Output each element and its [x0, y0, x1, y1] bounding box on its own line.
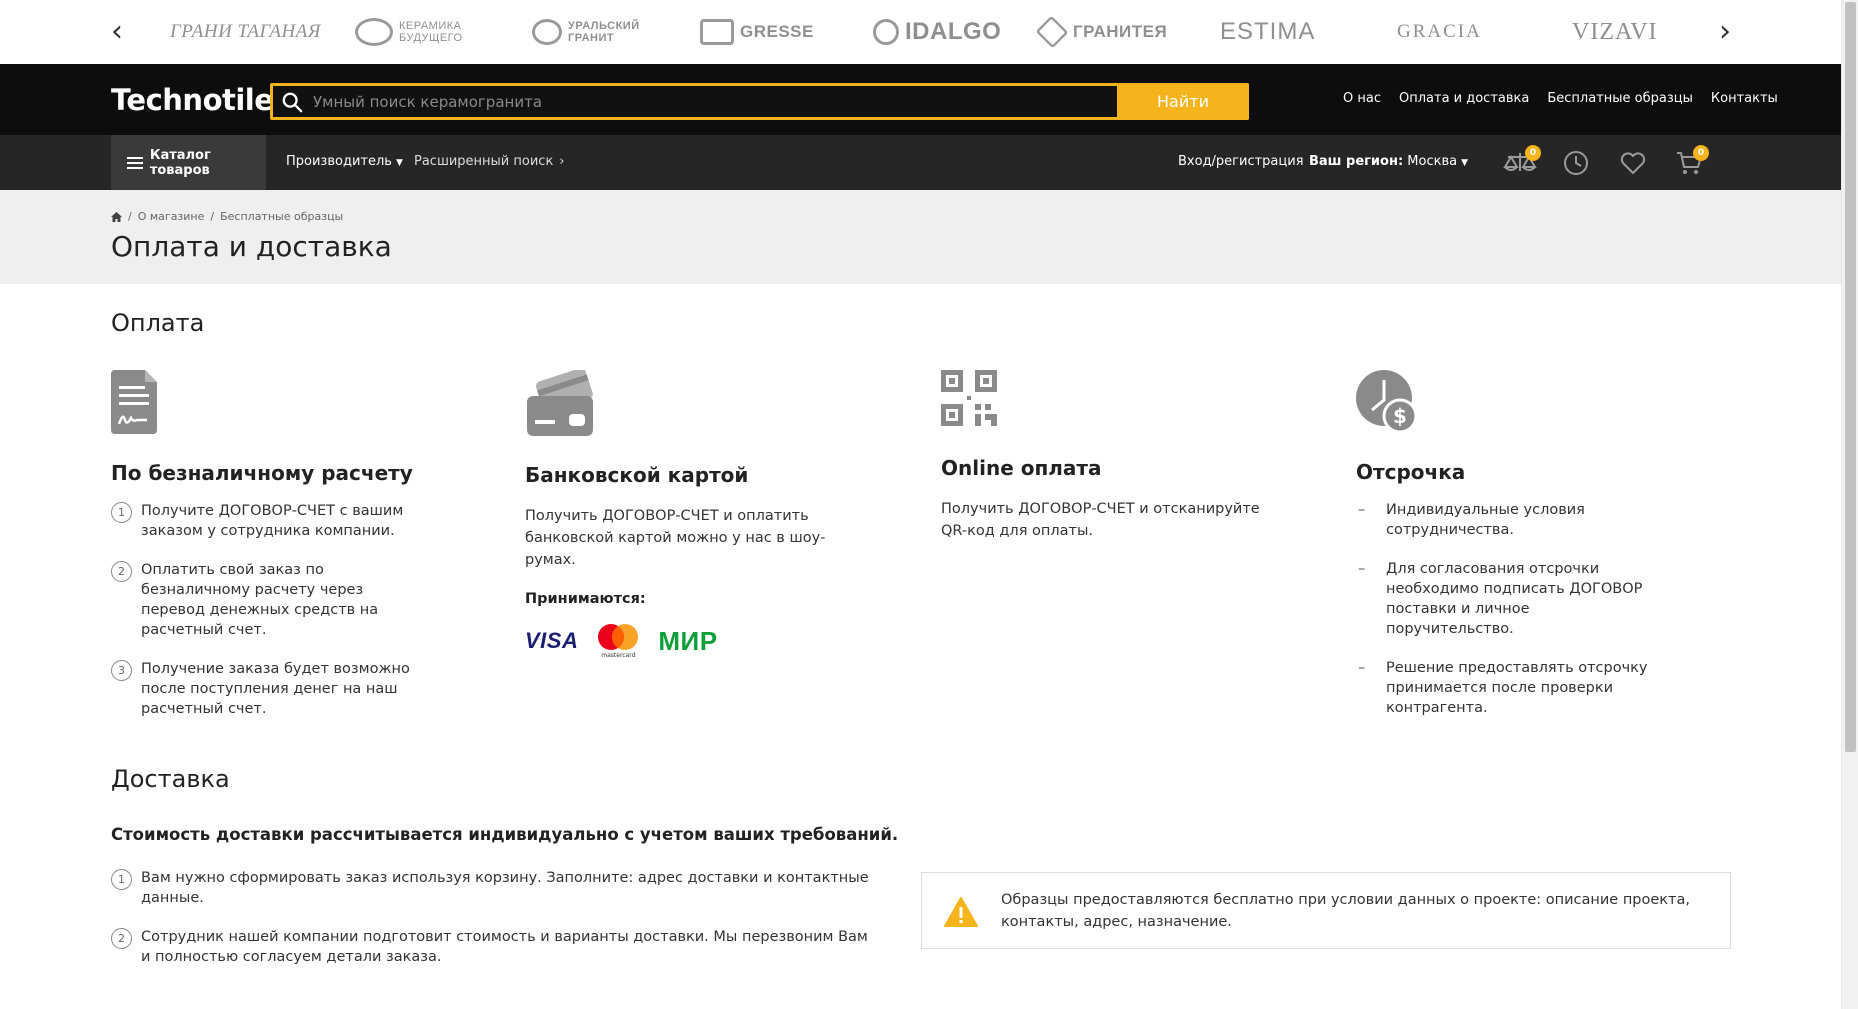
- list-item: 1 Вам нужно сформировать заказ используя …: [111, 868, 871, 908]
- brand-mark-icon: [532, 19, 562, 45]
- list-item: 2 Сотрудник нашей компании подготовит сто…: [111, 927, 871, 967]
- deferral-title: Отсрочка: [1356, 460, 1466, 484]
- brand-logo-estima[interactable]: ESTIMA: [1220, 12, 1315, 52]
- brand-logo-graniteya[interactable]: ГРАНИТЕЯ: [1035, 12, 1167, 52]
- brand-logo-gresse[interactable]: GRESSE: [700, 12, 814, 52]
- delivery-lead: Стоимость доставки рассчитывается индиви…: [111, 825, 899, 844]
- clock-money-icon: $: [1356, 370, 1418, 434]
- link-contacts[interactable]: Контакты: [1711, 91, 1778, 106]
- brand-logo-vizavi[interactable]: VIZAVI: [1572, 12, 1658, 52]
- list-item: 1 Получите ДОГОВОР-СЧЕТ с вашим заказом у…: [111, 501, 431, 541]
- search-button[interactable]: Найти: [1117, 83, 1249, 120]
- manufacturer-dropdown[interactable]: Производитель ▼: [286, 154, 403, 169]
- brand-logo-uralskiy-granit[interactable]: УРАЛЬСКИЙ ГРАНИТ: [532, 12, 658, 52]
- login-link[interactable]: Вход/регистрация: [1178, 154, 1304, 169]
- favorites-button[interactable]: [1619, 149, 1647, 177]
- site-logo[interactable]: Technotile: [111, 83, 274, 117]
- payment-card: Банковской картой Получить ДОГОВОР-СЧЕТ …: [525, 368, 855, 659]
- brand-mark-icon: [1035, 15, 1069, 49]
- brand-logo-idalgo[interactable]: IDALGO: [873, 12, 1001, 52]
- page-scrollbar[interactable]: [1841, 0, 1858, 1009]
- visa-logo: VISA: [525, 628, 579, 653]
- carousel-prev-icon[interactable]: ‹: [102, 17, 132, 48]
- breadcrumb: / О магазине / Бесплатные образцы: [111, 210, 343, 223]
- invoice-document-icon: [111, 370, 157, 434]
- samples-notice: Образцы предоставляются бесплатно при ус…: [921, 872, 1731, 949]
- payment-section-title: Оплата: [111, 309, 205, 337]
- brand-mark-icon: [873, 19, 899, 45]
- scrollbar-thumb[interactable]: [1845, 2, 1856, 752]
- bank-card-icon: [527, 368, 593, 436]
- deferral-items: – Индивидуальные условия сотрудничества. …: [1356, 500, 1656, 718]
- cashless-steps: 1 Получите ДОГОВОР-СЧЕТ с вашим заказом у…: [111, 501, 431, 719]
- delivery-steps: 1 Вам нужно сформировать заказ используя …: [111, 868, 871, 986]
- main-nav: Каталог товаров Производитель ▼ Расширенн…: [0, 135, 1841, 190]
- cart-count-badge: 0: [1693, 145, 1709, 161]
- cart-button[interactable]: 0: [1675, 145, 1709, 177]
- region-selector[interactable]: Ваш регион: Москва ▼: [1309, 154, 1468, 169]
- brand-logo-keramika-budushchego[interactable]: КЕРАМИКА БУДУЩЕГО: [355, 12, 471, 52]
- payment-online: Online оплата Получить ДОГОВОР-СЧЕТ и от…: [941, 370, 1271, 542]
- page-title: Оплата и доставка: [111, 230, 392, 263]
- heart-icon: [1620, 152, 1646, 174]
- caret-down-icon: ▼: [1461, 158, 1469, 168]
- brand-mark-icon: [355, 18, 393, 46]
- qr-code-icon: [941, 370, 997, 426]
- mastercard-circles-icon: [598, 624, 639, 650]
- online-title: Online оплата: [941, 456, 1102, 480]
- compare-count-badge: 0: [1525, 145, 1541, 161]
- accepted-label: Принимаются:: [525, 591, 646, 607]
- card-title: Банковской картой: [525, 463, 749, 487]
- search-box: [270, 83, 1249, 120]
- payment-logos: VISA mastercard МИР: [525, 623, 855, 659]
- warning-icon: [944, 897, 978, 927]
- list-item: 2 Оплатить свой заказ по безналичному рас…: [111, 560, 431, 640]
- advanced-search-link[interactable]: Расширенный поиск ›: [414, 154, 565, 169]
- catalog-button[interactable]: Каталог товаров: [111, 135, 266, 190]
- brand-logo-grani-taganaya[interactable]: ГРАНИ ТАГАНАЯ: [170, 12, 321, 52]
- delivery-section-title: Доставка: [111, 765, 230, 793]
- breadcrumb-item[interactable]: Бесплатные образцы: [220, 210, 343, 223]
- site-header: Technotile Найти О нас Оплата и доставка…: [0, 64, 1841, 135]
- online-text: Получить ДОГОВОР-СЧЕТ и отсканируйте QR-…: [941, 501, 1260, 539]
- compare-button[interactable]: 0: [1503, 145, 1541, 177]
- brand-carousel: ‹ ГРАНИ ТАГАНАЯ КЕРАМИКА БУДУЩЕГО УРАЛЬС…: [0, 0, 1841, 64]
- mir-logo: МИР: [658, 625, 718, 656]
- carousel-next-icon[interactable]: ›: [1710, 17, 1740, 48]
- list-item: 3 Получение заказа будет возможно после п…: [111, 659, 431, 719]
- chevron-right-icon: ›: [559, 154, 565, 169]
- top-links: О нас Оплата и доставка Бесплатные образ…: [1343, 91, 1778, 106]
- notice-text: Образцы предоставляются бесплатно при ус…: [1001, 892, 1690, 930]
- card-text: Получить ДОГОВОР-СЧЕТ и оплатить банковс…: [525, 508, 826, 568]
- caret-down-icon: ▼: [395, 158, 403, 168]
- brand-logo-gracia[interactable]: GRACIA: [1397, 12, 1482, 52]
- search-icon: [282, 92, 303, 113]
- payment-cashless: По безналичному расчету 1 Получите ДОГОВО…: [111, 370, 441, 738]
- brand-mark-icon: [700, 19, 734, 45]
- cashless-title: По безналичному расчету: [111, 461, 413, 485]
- breadcrumb-item[interactable]: О магазине: [138, 210, 205, 223]
- search-input[interactable]: [313, 86, 1133, 117]
- list-item: – Решение предоставлять отсрочку принимае…: [1358, 660, 1648, 716]
- list-item: – Индивидуальные условия сотрудничества.: [1358, 502, 1585, 538]
- link-free-samples[interactable]: Бесплатные образцы: [1547, 91, 1693, 106]
- history-clock-icon: [1564, 151, 1588, 175]
- list-item: – Для согласования отсрочки необходимо по…: [1358, 561, 1643, 637]
- history-button[interactable]: [1562, 149, 1590, 177]
- menu-icon: [127, 156, 143, 169]
- home-icon[interactable]: [111, 211, 122, 222]
- svg-text:$: $: [1393, 404, 1407, 428]
- payment-deferral: $ Отсрочка – Индивидуальные условия сотру…: [1356, 370, 1686, 737]
- mastercard-logo: mastercard: [596, 623, 640, 659]
- link-payment-delivery[interactable]: Оплата и доставка: [1399, 91, 1529, 106]
- page-header-band: / О магазине / Бесплатные образцы Оплата…: [0, 190, 1841, 284]
- link-about[interactable]: О нас: [1343, 91, 1381, 106]
